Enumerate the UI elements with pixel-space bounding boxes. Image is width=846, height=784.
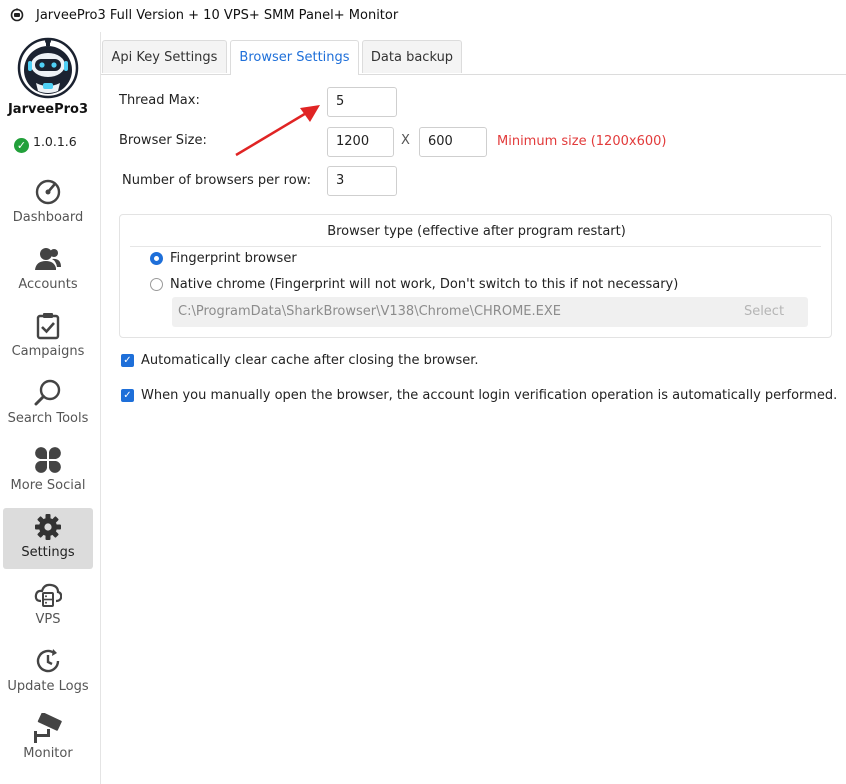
- title-bar: JarveePro3 Full Version + 10 VPS+ SMM Pa…: [0, 0, 846, 32]
- nav-label: Search Tools: [7, 411, 89, 426]
- tab-bar: Api Key Settings Browser Settings Data b…: [101, 40, 846, 75]
- tab-browser-settings[interactable]: Browser Settings: [230, 40, 359, 75]
- nav-search-tools[interactable]: Search Tools: [3, 374, 93, 435]
- clear-cache-checkbox[interactable]: ✓: [121, 354, 134, 367]
- thread-max-label: Thread Max:: [119, 93, 200, 108]
- size-separator: X: [401, 133, 410, 148]
- nav-label: More Social: [10, 478, 86, 493]
- nav-label: Accounts: [18, 277, 78, 292]
- nav-more-social[interactable]: More Social: [3, 441, 93, 502]
- version-label: ✓ 1.0.1.6: [14, 134, 77, 153]
- nav-monitor[interactable]: Monitor: [3, 709, 93, 770]
- minimum-size-hint: Minimum size (1200x600): [497, 134, 667, 149]
- accounts-icon: [35, 248, 61, 270]
- browser-type-group: Browser type (effective after program re…: [119, 214, 832, 338]
- gear-icon: [35, 514, 61, 540]
- fingerprint-browser-radio[interactable]: [150, 252, 163, 265]
- check-circle-icon: ✓: [14, 138, 29, 153]
- nav-update-logs[interactable]: Update Logs: [3, 642, 93, 703]
- nav-vps[interactable]: VPS: [3, 575, 93, 636]
- cloud-server-icon: [34, 583, 62, 607]
- nav-label: Monitor: [23, 746, 73, 761]
- nav-label: VPS: [35, 612, 61, 627]
- fingerprint-browser-label[interactable]: Fingerprint browser: [170, 251, 297, 266]
- select-button[interactable]: Select: [720, 297, 808, 327]
- window-title: JarveePro3 Full Version + 10 VPS+ SMM Pa…: [36, 8, 399, 23]
- native-chrome-label[interactable]: Native chrome (Fingerprint will not work…: [170, 277, 678, 292]
- native-chrome-radio[interactable]: [150, 278, 163, 291]
- campaigns-icon: [36, 313, 60, 340]
- nav-accounts[interactable]: Accounts: [3, 240, 93, 301]
- sidebar: JarveePro3 ✓ 1.0.1.6 Dashboard Accounts C…: [0, 32, 101, 784]
- search-icon: [34, 379, 61, 406]
- annotation-arrow: [235, 105, 320, 157]
- nav-label: Settings: [21, 545, 75, 560]
- robot-avatar-icon: [17, 37, 79, 99]
- more-social-icon: [35, 447, 61, 473]
- group-divider: [130, 246, 821, 247]
- login-verification-label[interactable]: When you manually open the browser, the …: [141, 388, 837, 403]
- nav-dashboard[interactable]: Dashboard: [3, 173, 93, 234]
- nav-label: Dashboard: [12, 210, 84, 225]
- clear-cache-label[interactable]: Automatically clear cache after closing …: [141, 353, 479, 368]
- thread-max-input[interactable]: 5: [327, 87, 397, 117]
- browser-width-input[interactable]: 1200: [327, 127, 394, 157]
- browser-height-input[interactable]: 600: [419, 127, 487, 157]
- browser-size-label: Browser Size:: [119, 133, 207, 148]
- browsers-per-row-label: Number of browsers per row:: [122, 173, 311, 188]
- chrome-path-input[interactable]: C:\ProgramData\SharkBrowser\V138\Chrome\…: [172, 297, 720, 327]
- app-name: JarveePro3: [7, 102, 89, 117]
- browsers-per-row-input[interactable]: 3: [327, 166, 397, 196]
- camera-icon: [34, 713, 62, 743]
- dashboard-icon: [35, 179, 61, 205]
- nav-label: Campaigns: [11, 344, 85, 359]
- nav-label: Update Logs: [7, 679, 89, 694]
- app-logo-icon: [10, 8, 24, 22]
- version-number: 1.0.1.6: [33, 134, 77, 149]
- settings-panel: Api Key Settings Browser Settings Data b…: [101, 32, 846, 784]
- browser-type-title: Browser type (effective after program re…: [327, 224, 626, 239]
- login-verification-checkbox[interactable]: ✓: [121, 389, 134, 402]
- tab-data-backup[interactable]: Data backup: [362, 40, 462, 73]
- tab-api-key-settings[interactable]: Api Key Settings: [102, 40, 227, 73]
- clock-refresh-icon: [36, 649, 60, 673]
- nav-campaigns[interactable]: Campaigns: [3, 307, 93, 368]
- nav-settings[interactable]: Settings: [3, 508, 93, 569]
